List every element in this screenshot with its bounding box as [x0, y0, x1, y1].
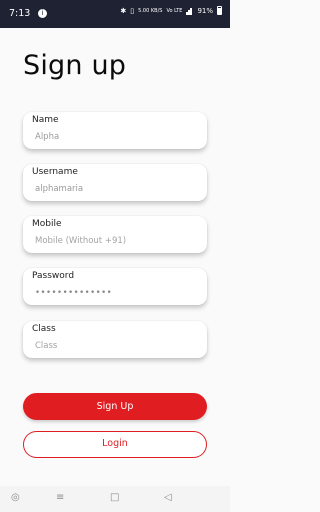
password-field: Password — [23, 268, 207, 305]
username-label: Username — [32, 167, 78, 177]
volte-indicator: Vo LTE — [166, 7, 183, 14]
bluetooth-icon: ✱ — [120, 6, 127, 15]
menu-icon[interactable]: ≡ — [56, 493, 64, 503]
signal-icon — [186, 7, 193, 15]
login-button[interactable]: Login — [23, 431, 207, 458]
name-input[interactable] — [35, 130, 200, 144]
mobile-field: Mobile — [23, 216, 207, 253]
back-triangle-icon[interactable]: ◁ — [164, 493, 172, 503]
password-input[interactable] — [35, 286, 200, 300]
password-label: Password — [32, 271, 75, 281]
class-field: Class — [23, 321, 207, 358]
battery-level: 91% — [197, 6, 213, 15]
home-square-icon[interactable]: □ — [110, 493, 119, 503]
name-field: Name — [23, 112, 207, 149]
signup-button[interactable]: Sign Up — [23, 393, 207, 420]
vibrate-icon: ▯ — [130, 6, 135, 15]
mobile-input[interactable] — [35, 234, 200, 248]
info-icon: i — [38, 9, 47, 18]
username-field: Username — [23, 164, 207, 201]
network-speed: 5.00 KB/S — [138, 7, 163, 14]
accessibility-icon[interactable]: ◎ — [11, 493, 20, 503]
name-label: Name — [32, 115, 59, 125]
system-nav-bar: ◎ ≡ □ ◁ — [0, 486, 230, 512]
status-icons: ✱ ▯ 5.00 KB/S Vo LTE 91% — [120, 6, 222, 15]
page-title: Sign up — [23, 50, 127, 81]
battery-icon — [217, 6, 222, 15]
class-input[interactable] — [35, 339, 200, 353]
mobile-label: Mobile — [32, 219, 62, 229]
status-bar: 7:13 i ✱ ▯ 5.00 KB/S Vo LTE 91% — [0, 0, 230, 28]
status-time: 7:13 — [9, 8, 31, 19]
username-input[interactable] — [35, 182, 200, 196]
class-label: Class — [32, 324, 56, 334]
